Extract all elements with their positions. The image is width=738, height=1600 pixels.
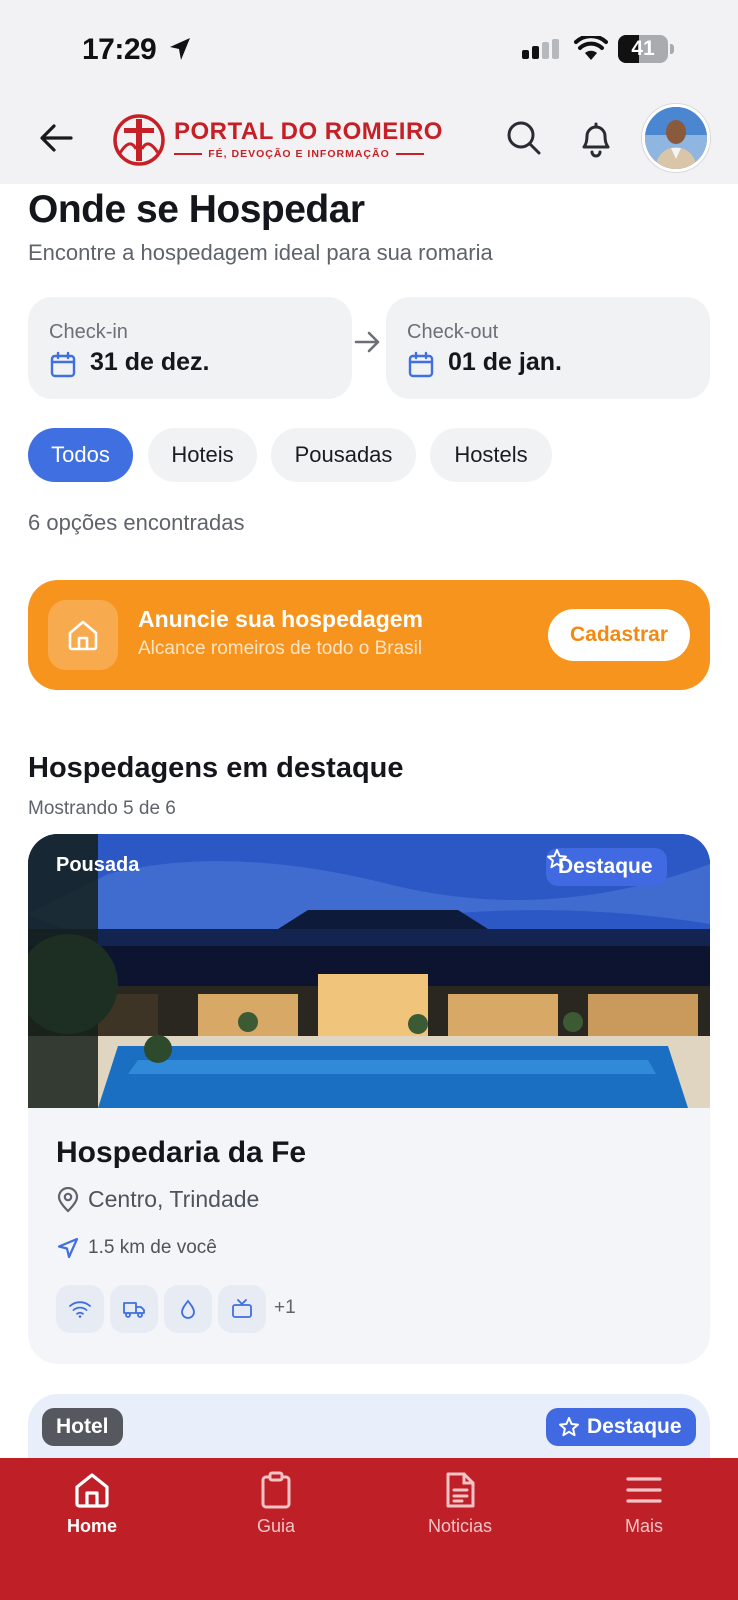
amenity-parking — [110, 1285, 158, 1333]
checkout-label: Check-out — [407, 321, 499, 343]
wifi-icon — [574, 36, 608, 60]
listing-name: Hospedaria da Fe — [56, 1136, 307, 1169]
amenity-wifi — [56, 1285, 104, 1333]
filter-chip-hostels[interactable]: Hostels — [430, 428, 552, 482]
promo-subtitle: Alcance romeiros de todo o Brasil — [138, 638, 423, 659]
filter-chip-todos[interactable]: Todos — [28, 428, 133, 482]
avatar-photo — [645, 107, 707, 169]
bell-icon — [582, 122, 610, 158]
listing-card[interactable]: Pousada Destaque Hospedaria da Fe Centro… — [28, 834, 710, 1364]
user-avatar[interactable] — [642, 104, 710, 172]
tab-noticias-label: Noticias — [427, 1516, 493, 1536]
document-icon — [446, 1472, 475, 1508]
search-button[interactable] — [504, 118, 544, 158]
listing-photo: Pousada Destaque — [28, 834, 710, 1108]
calendar-icon — [50, 351, 76, 378]
status-time: 17:29 — [82, 33, 157, 66]
listing-location: Centro, Trindade — [56, 1186, 259, 1213]
cellular-signal-icon — [522, 39, 559, 59]
featured-badge: Destaque — [546, 1408, 696, 1446]
listing-type-badge: Hotel — [42, 1408, 123, 1446]
checkin-label: Check-in — [49, 321, 128, 343]
section-subtitle: Mostrando 5 de 6 — [28, 798, 176, 819]
calendar-icon — [408, 351, 434, 378]
checkin-value: 31 de dez. — [90, 348, 210, 376]
logo-emblem-icon — [113, 114, 165, 166]
battery-percentage: 41 — [631, 37, 655, 60]
arrow-right-icon — [354, 331, 380, 353]
listing-distance: 1.5 km de você — [56, 1236, 217, 1260]
menu-icon — [626, 1477, 662, 1503]
notifications-button[interactable] — [576, 116, 616, 160]
listing-type-badge: Pousada — [56, 854, 140, 876]
clipboard-icon — [261, 1471, 291, 1509]
checkin-date-picker[interactable]: Check-in 31 de dez. — [28, 297, 352, 399]
wifi-icon — [69, 1301, 91, 1318]
location-arrow-icon — [170, 38, 190, 60]
checkout-date-picker[interactable]: Check-out 01 de jan. — [386, 297, 710, 399]
tv-icon — [232, 1299, 252, 1318]
register-button[interactable]: Cadastrar — [548, 609, 690, 661]
main-content[interactable]: Onde se Hospedar Encontre a hospedagem i… — [0, 184, 738, 1458]
bottom-tab-bar: Home Guia Noticias Mais — [0, 1458, 738, 1600]
star-icon — [559, 1417, 579, 1437]
search-icon — [507, 121, 541, 155]
truck-icon — [123, 1302, 145, 1318]
section-title: Hospedagens em destaque — [28, 752, 404, 784]
featured-badge: Destaque — [546, 848, 667, 886]
logo-subtitle: FÉ, DEVOÇÃO E INFORMAÇÃO — [174, 148, 425, 160]
listing-card[interactable]: Hotel Destaque — [28, 1394, 710, 1458]
listing-distance-text: 1.5 km de você — [88, 1237, 217, 1258]
tab-guia[interactable]: Guia — [216, 1470, 336, 1550]
status-bar: 17:29 41 — [0, 0, 738, 96]
back-arrow-icon — [40, 124, 73, 152]
listing-location-text: Centro, Trindade — [88, 1186, 260, 1212]
promo-icon-box — [48, 600, 118, 670]
amenity-tv — [218, 1285, 266, 1333]
more-amenities-count: +1 — [274, 1297, 296, 1318]
featured-badge-label: Destaque — [558, 855, 653, 878]
water-drop-icon — [181, 1299, 195, 1319]
home-icon — [75, 1473, 109, 1508]
page-title: Onde se Hospedar — [28, 188, 365, 231]
filter-chip-pousadas[interactable]: Pousadas — [271, 428, 416, 482]
tab-home-label: Home — [66, 1516, 117, 1536]
battery-indicator: 41 — [618, 35, 674, 63]
featured-badge-label: Destaque — [587, 1415, 682, 1438]
promo-banner[interactable]: Anuncie sua hospedagem Alcance romeiros … — [28, 580, 710, 690]
page-subtitle: Encontre a hospedagem ideal para sua rom… — [28, 240, 493, 265]
tab-mais[interactable]: Mais — [584, 1470, 704, 1550]
app-header: PORTAL DO ROMEIRO FÉ, DEVOÇÃO E INFORMAÇ… — [0, 96, 738, 184]
navigation-arrow-icon — [57, 1237, 79, 1259]
tab-mais-label: Mais — [624, 1516, 663, 1536]
tab-guia-label: Guia — [256, 1516, 296, 1536]
results-count: 6 opções encontradas — [28, 510, 245, 535]
star-icon — [547, 849, 567, 869]
home-icon — [68, 620, 98, 651]
map-pin-icon — [57, 1186, 79, 1213]
tab-noticias[interactable]: Noticias — [400, 1470, 520, 1550]
logo-tagline: FÉ, DEVOÇÃO E INFORMAÇÃO — [208, 148, 390, 160]
promo-title: Anuncie sua hospedagem — [138, 606, 424, 632]
amenity-water — [164, 1285, 212, 1333]
tab-home[interactable]: Home — [32, 1470, 152, 1550]
logo-title: PORTAL DO ROMEIRO — [174, 118, 443, 145]
checkout-value: 01 de jan. — [448, 348, 562, 376]
back-button[interactable] — [34, 116, 78, 160]
portal-do-romeiro-logo[interactable]: PORTAL DO ROMEIRO FÉ, DEVOÇÃO E INFORMAÇ… — [112, 112, 442, 168]
filter-chip-hoteis[interactable]: Hoteis — [148, 428, 257, 482]
